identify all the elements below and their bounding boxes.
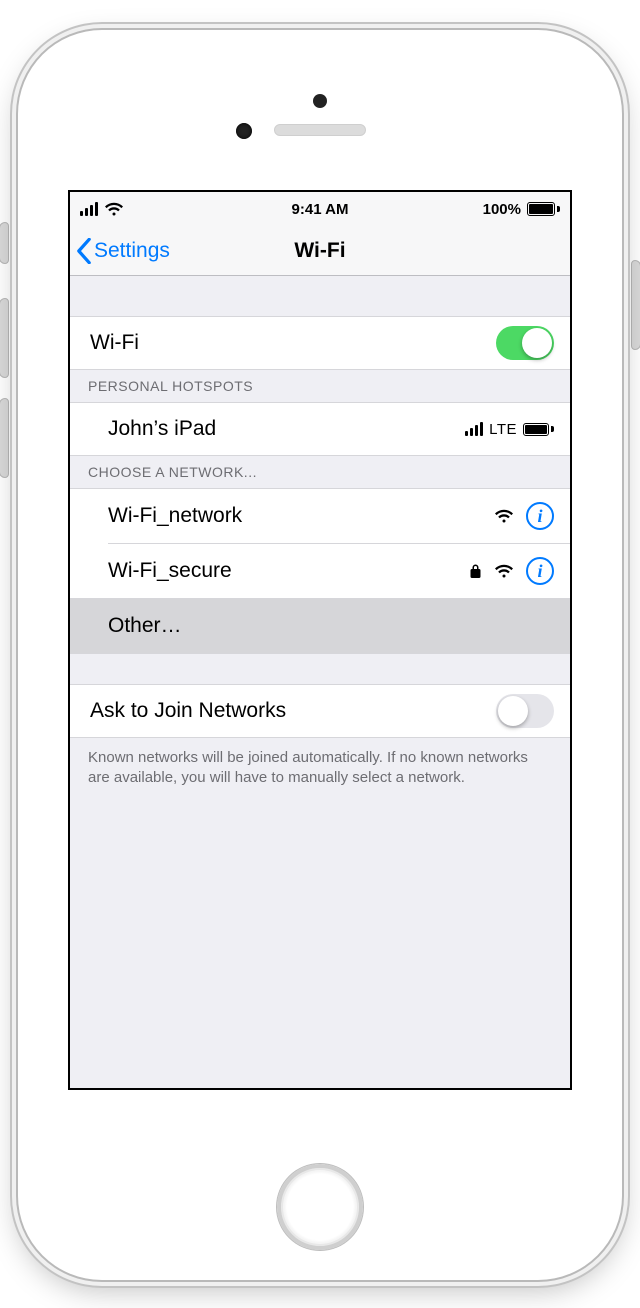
phone-mute-switch (0, 222, 9, 264)
screen: 9:41 AM 100% Settings Wi-Fi Wi (68, 190, 572, 1090)
network-row[interactable]: Wi-Fi_network i (70, 489, 570, 543)
network-name: Wi-Fi_secure (108, 559, 232, 583)
spacer (70, 654, 570, 684)
status-bar: 9:41 AM 100% (70, 192, 570, 226)
hotspot-row[interactable]: John’s iPad LTE (70, 402, 570, 456)
hotspot-battery-icon (523, 423, 554, 436)
nav-bar: Settings Wi-Fi (70, 226, 570, 276)
home-button[interactable] (277, 1164, 363, 1250)
wifi-toggle-label: Wi-Fi (90, 331, 139, 355)
networks-group: Wi-Fi_network i Wi-Fi_secure (70, 488, 570, 654)
footer-note: Known networks will be joined automatica… (70, 738, 570, 799)
other-network-label: Other… (108, 614, 182, 638)
phone-volume-up (0, 298, 9, 378)
ask-to-join-switch[interactable] (496, 694, 554, 728)
ask-to-join-row: Ask to Join Networks (70, 684, 570, 738)
network-info-button[interactable]: i (526, 557, 554, 585)
wifi-toggle-switch[interactable] (496, 326, 554, 360)
stage: 9:41 AM 100% Settings Wi-Fi Wi (0, 0, 640, 1308)
section-header-networks: Choose a Network... (70, 456, 570, 488)
lock-icon (469, 563, 482, 579)
proximity-sensor-icon (313, 94, 327, 108)
ask-to-join-label: Ask to Join Networks (90, 699, 286, 723)
wifi-signal-icon (494, 563, 514, 579)
front-camera-icon (236, 123, 252, 139)
network-info-button[interactable]: i (526, 502, 554, 530)
hotspot-status: LTE (465, 421, 554, 438)
hotspot-connection-type: LTE (489, 421, 517, 438)
wifi-signal-icon (494, 508, 514, 524)
status-bar-time: 9:41 AM (70, 201, 570, 218)
phone-device-frame: 9:41 AM 100% Settings Wi-Fi Wi (18, 30, 622, 1280)
section-header-hotspots: Personal Hotspots (70, 370, 570, 402)
spacer (70, 276, 570, 316)
page-title: Wi-Fi (70, 239, 570, 263)
network-row[interactable]: Wi-Fi_secure i (70, 544, 570, 598)
earpiece-speaker-icon (274, 124, 366, 136)
hotspot-name: John’s iPad (108, 417, 216, 441)
phone-power-button (631, 260, 640, 350)
wifi-toggle-row: Wi-Fi (70, 316, 570, 370)
network-name: Wi-Fi_network (108, 504, 242, 528)
phone-volume-down (0, 398, 9, 478)
other-network-row[interactable]: Other… (70, 599, 570, 653)
hotspot-signal-icon (465, 422, 483, 436)
